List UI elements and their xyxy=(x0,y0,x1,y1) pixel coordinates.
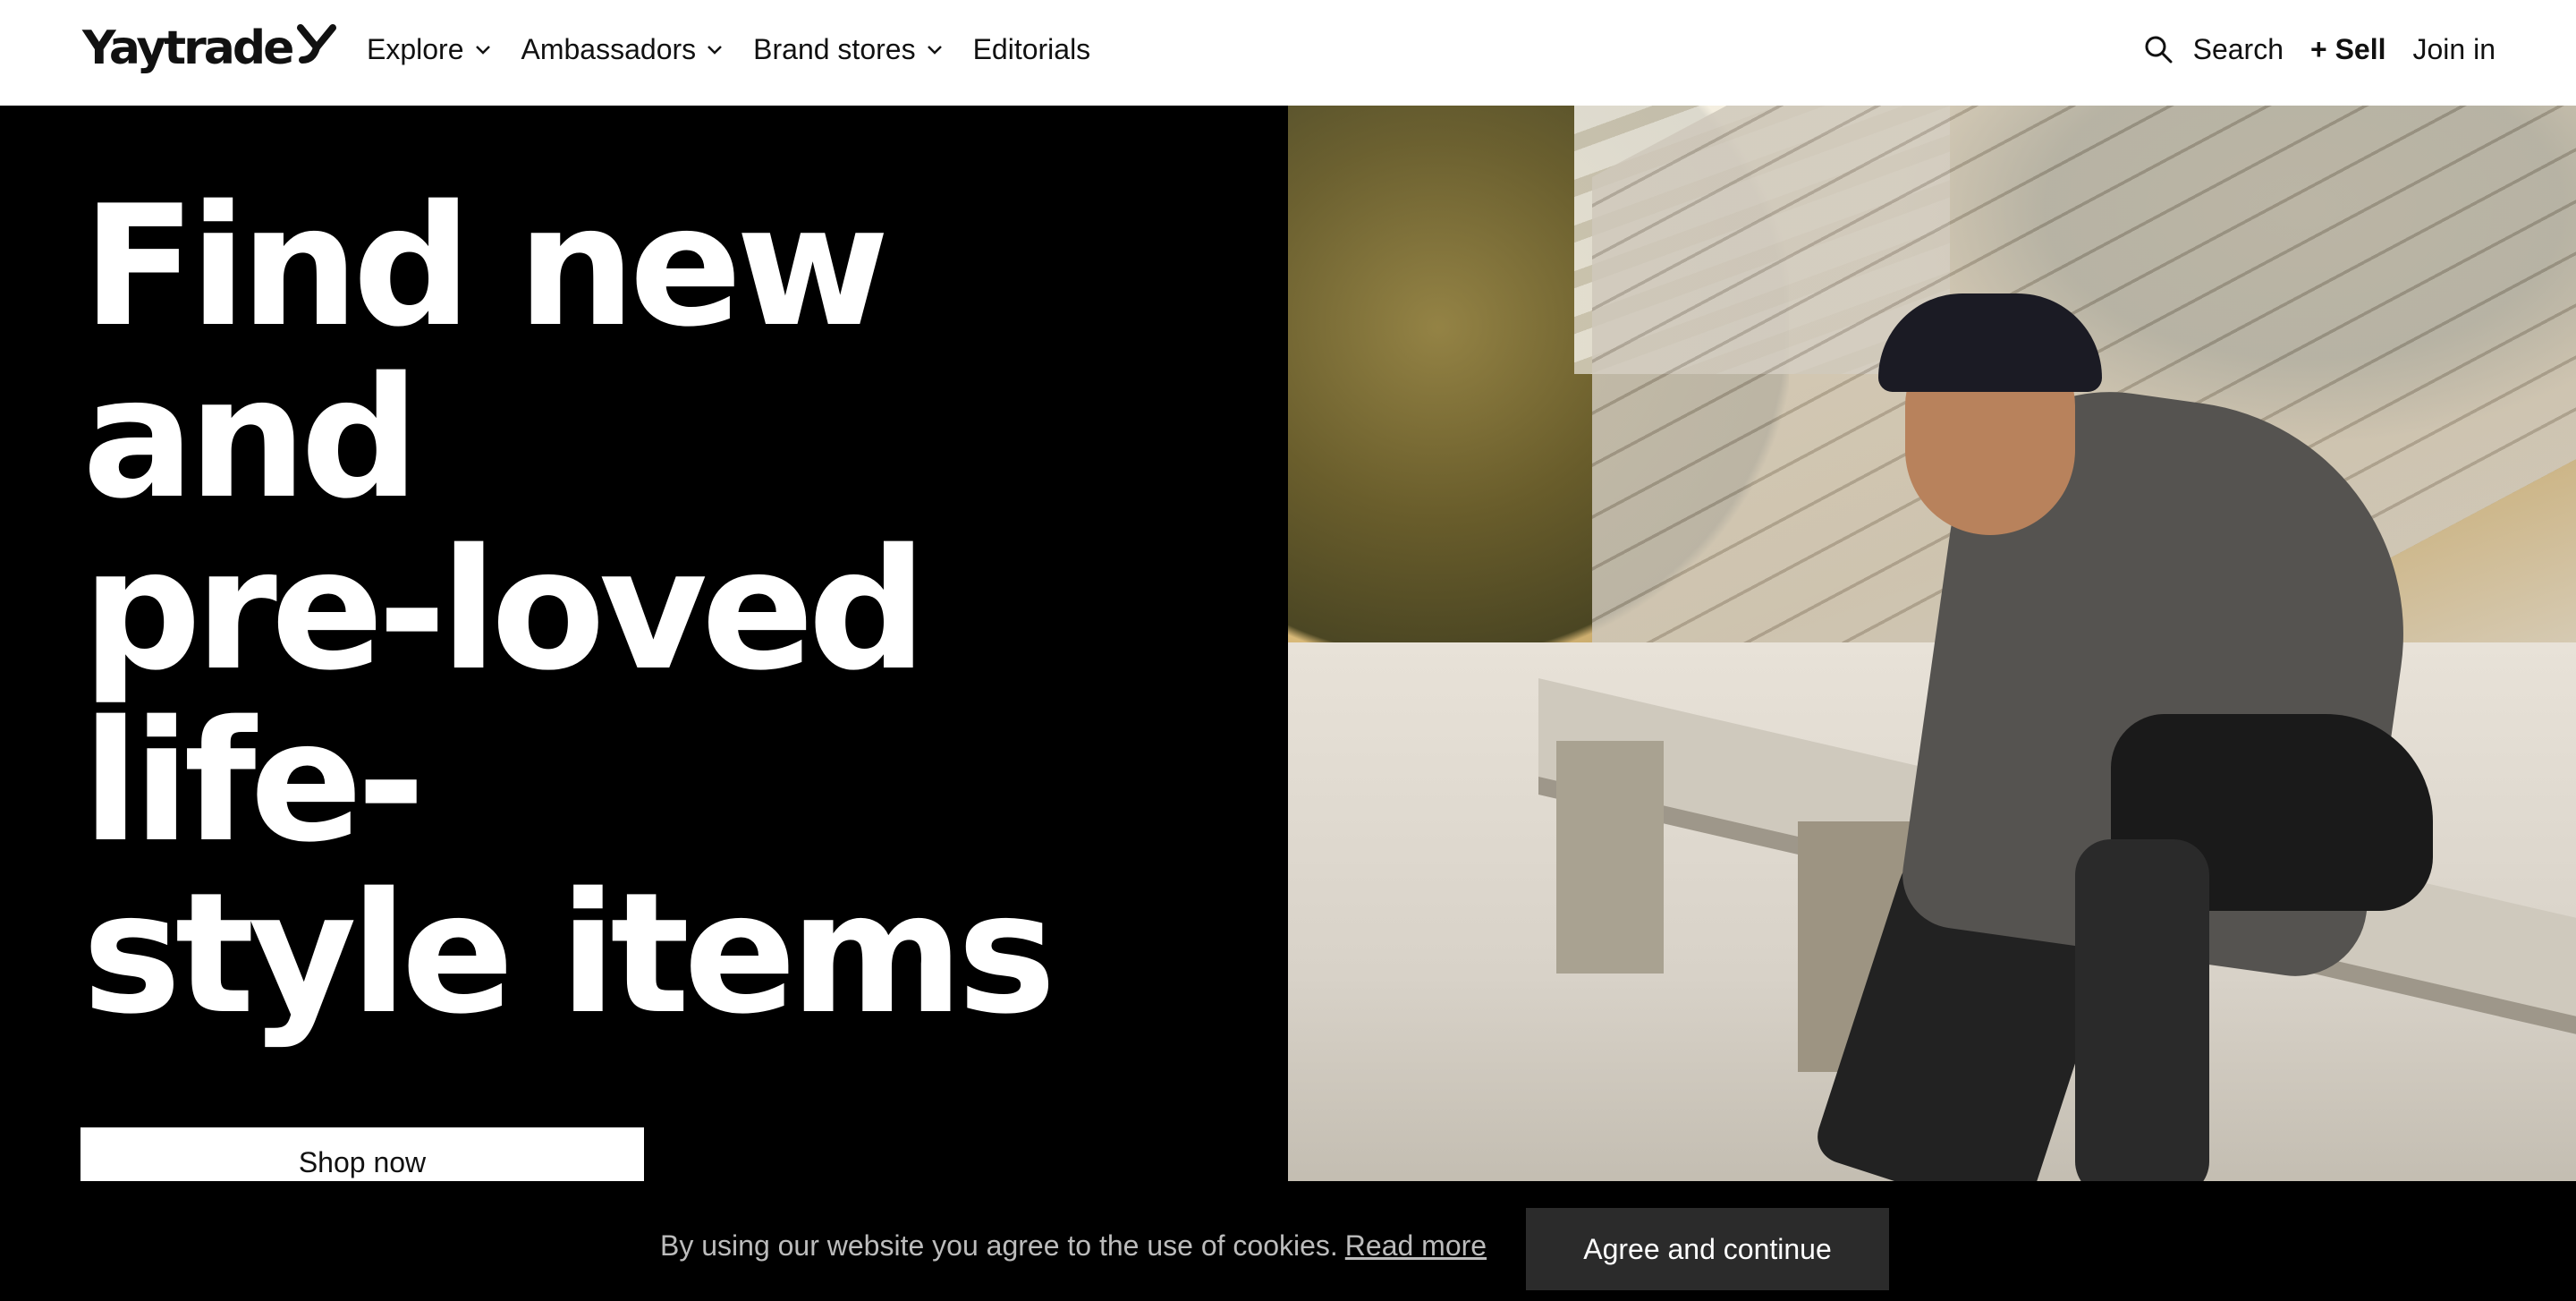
site-header: Yaytrade Explore Ambassadors Brand store… xyxy=(0,0,2576,106)
nav-editorials[interactable]: Editorials xyxy=(973,33,1091,66)
nav-ambassadors-label: Ambassadors xyxy=(521,32,697,65)
sell-link[interactable]: + Sell xyxy=(2310,33,2386,66)
chevron-down-icon xyxy=(475,46,490,55)
search-icon xyxy=(2145,36,2173,64)
main-nav: Explore Ambassadors Brand stores Editori… xyxy=(367,0,1090,98)
hero-text-panel: Find new and pre-loved life- style items xyxy=(0,106,1288,1181)
hero-photo xyxy=(1288,106,2576,1181)
nav-explore[interactable]: Explore xyxy=(367,33,493,66)
join-in-link[interactable]: Join in xyxy=(2413,33,2496,66)
cookie-message: By using our website you agree to the us… xyxy=(660,1229,1338,1262)
agree-and-continue-button[interactable]: Agree and continue xyxy=(1526,1208,1889,1290)
nav-brand-stores-label: Brand stores xyxy=(753,32,916,65)
hero-title-line: style items xyxy=(82,856,1056,1050)
nav-editorials-label: Editorials xyxy=(972,32,1091,65)
hero-title: Find new and pre-loved life- style items xyxy=(82,181,1245,1040)
read-more-link[interactable]: Read more xyxy=(1345,1229,1487,1262)
yaytrade-logo[interactable]: Yaytrade xyxy=(82,21,337,75)
photo-person-leg xyxy=(2075,839,2209,1181)
search-button[interactable]: Search xyxy=(2143,33,2284,66)
hero-title-line: Find new and xyxy=(82,169,890,535)
nav-brand-stores[interactable]: Brand stores xyxy=(753,33,944,66)
chevron-down-icon xyxy=(927,46,942,55)
nav-ambassadors[interactable]: Ambassadors xyxy=(521,33,725,66)
header-actions: Search + Sell Join in xyxy=(2143,0,2496,98)
nav-explore-label: Explore xyxy=(367,32,464,65)
shop-now-button[interactable]: Shop now xyxy=(80,1127,644,1181)
photo-bench-leg xyxy=(1556,741,1664,974)
search-label: Search xyxy=(2192,32,2284,65)
hero-title-line: pre-loved life- xyxy=(82,513,927,879)
chevron-down-icon xyxy=(708,46,723,55)
logo-text: Yaytrade xyxy=(82,21,294,75)
logo-mark-icon xyxy=(297,24,337,64)
cookie-text-wrap: By using our website you agree to the us… xyxy=(660,1229,1487,1263)
